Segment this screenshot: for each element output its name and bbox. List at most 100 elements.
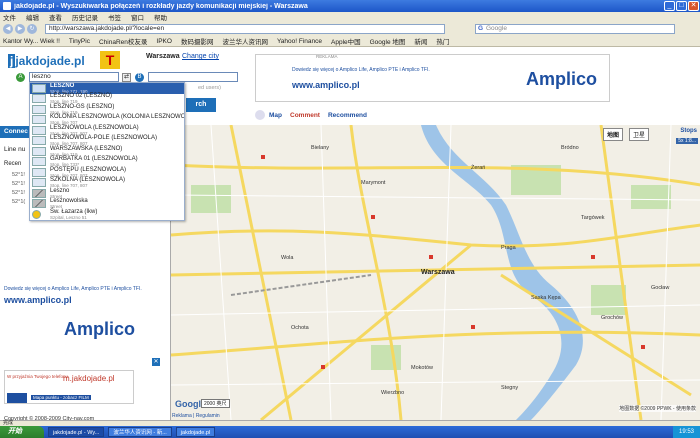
- map-type-map-button[interactable]: 地图: [603, 128, 624, 141]
- suggestion-text: LESZNO 02 (LESZNO) Stop, line 719: [50, 93, 112, 104]
- bookmark-item[interactable]: ChinaRen校友录: [99, 36, 147, 46]
- map-district-label: Bielany: [311, 145, 330, 151]
- ad-left-brand: Amplico: [64, 319, 136, 339]
- suggestion-text: POSTĘPU (LESZNOWOLA) Stop, line 707, 807: [50, 167, 126, 178]
- to-input[interactable]: [148, 72, 238, 82]
- menu-window[interactable]: 窗口: [131, 12, 144, 22]
- suggestion-item[interactable]: Św. Łazarza (Ikw) Szpital, Leszno 51: [30, 209, 184, 220]
- bookmark-item[interactable]: 热门: [436, 36, 449, 46]
- suggestion-detail: Szpital, Leszno 51: [50, 214, 87, 220]
- map-district-label: Bródno: [561, 145, 579, 151]
- suggestion-item[interactable]: LESZNO-GS (LESZNO) Stop, line 719: [30, 104, 184, 115]
- close-window-button[interactable]: ✕: [688, 1, 699, 11]
- swap-icon[interactable]: ⇄: [122, 72, 131, 82]
- suggestion-item[interactable]: LESZNOWOLA (LESZNOWOLA) Stop, line 707, 8…: [30, 125, 184, 136]
- recent-item[interactable]: 52°1(: [12, 198, 25, 207]
- window-title: jakdojade.pl - Wyszukiwarka połączeń i r…: [14, 2, 308, 10]
- taskbar-item[interactable]: 波兰华人资讯网 - 新...: [108, 427, 172, 437]
- bookmark-item[interactable]: 新闻: [414, 36, 427, 46]
- left-ad-banner[interactable]: Dowiedz się więcej o Amplico Life, Ampli…: [4, 276, 164, 366]
- ad-close-icon[interactable]: ✕: [152, 358, 160, 366]
- suggestion-text: GARBATKA 01 (LESZNOWOLA) Stop, line 733*: [50, 156, 138, 167]
- suggestion-item[interactable]: GARBATKA 01 (LESZNOWOLA) Stop, line 733*: [30, 156, 184, 167]
- suggestion-text: Lesznowolska Street: [50, 198, 88, 209]
- partner-t-icon: T: [100, 51, 120, 69]
- menu-bookmarks[interactable]: 书签: [108, 12, 121, 22]
- bookmark-item[interactable]: Apple中国: [331, 36, 361, 46]
- suggestion-item[interactable]: WARSZAWSKA (LESZNO) Stop, line 719: [30, 146, 184, 157]
- route-map[interactable]: 地图 卫星 Stops 5x 1:8... Warszawa Żerań Bró…: [170, 125, 700, 420]
- ad-brand: Amplico: [525, 69, 597, 89]
- back-icon[interactable]: ◀: [3, 24, 13, 34]
- recent-item[interactable]: 52°1!: [12, 189, 25, 198]
- firefox-icon: [3, 2, 11, 10]
- street-icon: [32, 188, 46, 198]
- bus-stop-icon: [32, 167, 46, 177]
- suggestion-name: LESZNOWOLA (LESZNOWOLA): [50, 124, 139, 131]
- bookmark-item[interactable]: Kantor Wy... Wiek !!: [3, 38, 60, 45]
- menu-edit[interactable]: 编辑: [26, 12, 39, 22]
- menu-file[interactable]: 文件: [3, 12, 16, 22]
- to-badge-icon: B: [135, 72, 144, 82]
- recent-label[interactable]: Recen: [4, 161, 21, 167]
- maximize-button[interactable]: □: [676, 1, 687, 11]
- top-ad-banner[interactable]: REKLAMA Dowiedz się więcej o Amplico Lif…: [255, 54, 610, 102]
- suggestion-item[interactable]: Leszno Street: [30, 188, 184, 199]
- suggestion-item[interactable]: LESZNO Stop, line 171, 190: [30, 83, 184, 94]
- recent-item[interactable]: 52°1!: [12, 171, 25, 180]
- bookmark-item[interactable]: IPKO: [156, 38, 172, 45]
- taskbar-item[interactable]: jakdojade.pl: [175, 427, 216, 437]
- forward-icon[interactable]: ▶: [15, 24, 25, 34]
- suggestion-item[interactable]: POSTĘPU (LESZNOWOLA) Stop, line 707, 807: [30, 167, 184, 178]
- from-input[interactable]: leszno: [29, 72, 119, 82]
- bookmark-item[interactable]: Google 地图: [370, 36, 406, 46]
- site-logo[interactable]: j jakdojade.pl: [8, 54, 85, 68]
- url-bar[interactable]: http://warszawa.jakdojade.pl/?locale=en: [45, 24, 445, 34]
- browser-search-input[interactable]: G Google: [475, 24, 675, 34]
- suggestion-item[interactable]: KOLONIA LESZNOWOLA (KOLONIA LESZNOWOLA) S…: [30, 114, 184, 125]
- minimize-button[interactable]: _: [664, 1, 675, 11]
- reload-icon[interactable]: ↻: [27, 24, 37, 34]
- window-titlebar: jakdojade.pl - Wyszukiwarka połączeń i r…: [0, 0, 700, 12]
- tab-recommend[interactable]: Recommend: [328, 112, 367, 119]
- suggestion-item[interactable]: Lesznowolska Street: [30, 198, 184, 209]
- search-button[interactable]: rch: [186, 98, 216, 112]
- suggestion-text: LESZNO Stop, line 171, 190: [50, 83, 88, 94]
- bookmark-item[interactable]: 数码摄影网: [181, 36, 214, 46]
- stops-toggle-button[interactable]: Stops: [680, 128, 697, 134]
- map-type-satellite-button[interactable]: 卫星: [629, 128, 650, 141]
- suggestion-text: LESZNOWOLA-POLE (LESZNOWOLA) Stop, line 7…: [50, 135, 157, 146]
- regulamin-link[interactable]: Regulamin: [196, 413, 220, 419]
- ad-left-text: Dowiedz się więcej o Amplico Life, Ampli…: [4, 286, 142, 292]
- play-video-icon[interactable]: [7, 393, 27, 403]
- bookmark-item[interactable]: 波兰华人资讯网: [222, 36, 268, 46]
- map-city-label: Warszawa: [421, 269, 455, 276]
- change-city-link[interactable]: Change city: [182, 53, 219, 60]
- autocomplete-dropdown: LESZNO Stop, line 171, 190 LESZNO 02 (LESZ…: [29, 82, 185, 221]
- recent-item[interactable]: 52°1!: [12, 180, 25, 189]
- connections-header[interactable]: Connec: [0, 126, 30, 138]
- bookmark-item[interactable]: TinyPic: [69, 38, 90, 45]
- suggestion-item[interactable]: LESZNOWOLA-POLE (LESZNOWOLA) Stop, line 7…: [30, 135, 184, 146]
- bus-stop-icon: [32, 83, 46, 93]
- tab-comment[interactable]: Comment: [290, 112, 320, 119]
- taskbar: 开始 jakdojade.pl - Wy... 波兰华人资讯网 - 新... j…: [0, 426, 700, 438]
- connections-panel: Connec Line nu Recen 52°1! 52°1! 52°1! 5…: [0, 126, 30, 205]
- bookmark-item[interactable]: Yahoo! Finance: [277, 38, 322, 45]
- tab-map[interactable]: Map: [269, 112, 282, 119]
- tabs-icon: [255, 110, 265, 120]
- start-button[interactable]: 开始: [0, 426, 44, 438]
- suggestion-text: Leszno Street: [50, 188, 69, 199]
- menu-history[interactable]: 历史记录: [72, 12, 98, 22]
- suggestion-item[interactable]: LESZNO 02 (LESZNO) Stop, line 719: [30, 93, 184, 104]
- suggestion-item[interactable]: SZKOLNA (LESZNOWOLA) Stop, line 707, 807: [30, 177, 184, 188]
- phone-promo[interactable]: W przyjaźnia Twojego telefonu m.jakdojad…: [4, 370, 134, 404]
- menu-help[interactable]: 帮助: [154, 12, 167, 22]
- reklama-link[interactable]: Reklama: [172, 413, 192, 419]
- recent-list: 52°1! 52°1! 52°1! 52°1(: [12, 171, 25, 207]
- taskbar-item[interactable]: jakdojade.pl - Wy...: [48, 427, 105, 437]
- place-icon: [32, 209, 41, 219]
- menu-view[interactable]: 查看: [49, 12, 62, 22]
- suggestion-name: POSTĘPU (LESZNOWOLA): [50, 166, 127, 173]
- ad-label: REKLAMA: [316, 54, 338, 59]
